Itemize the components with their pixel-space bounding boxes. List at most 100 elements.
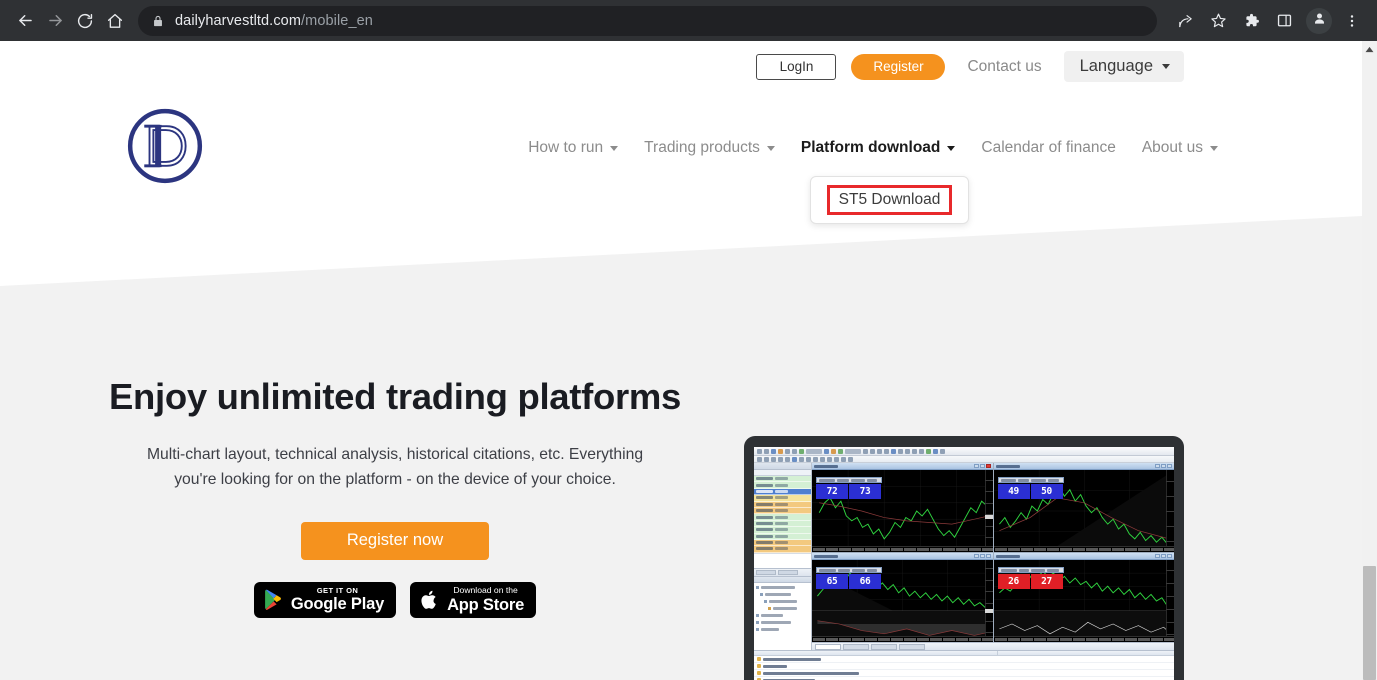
back-button[interactable] xyxy=(10,6,40,36)
time-scale xyxy=(993,636,1174,642)
lock-icon xyxy=(152,15,164,27)
tree-item[interactable] xyxy=(756,620,809,625)
chart-tab[interactable] xyxy=(899,644,925,650)
nav-item-trading-products[interactable]: Trading products xyxy=(644,139,775,157)
chart-tab[interactable] xyxy=(843,644,869,650)
time-scale xyxy=(812,636,993,642)
browser-toolbar: dailyharvestltd.com/mobile_en xyxy=(0,0,1377,41)
chart-panel-bottom-left[interactable]: 65 66 xyxy=(812,553,993,642)
badge-bottom-line: App Store xyxy=(447,595,525,614)
site-logo[interactable] xyxy=(122,103,208,189)
url-domain: dailyharvestltd.com xyxy=(175,12,302,29)
bid-price-tag: 72 xyxy=(816,484,848,499)
market-watch-title xyxy=(754,463,811,470)
nav-label: How to run xyxy=(528,139,604,156)
chart-titlebar xyxy=(993,463,1174,470)
hero-section: Enjoy unlimited trading platforms Multi-… xyxy=(0,176,1362,680)
nav-item-how-to-run[interactable]: How to run xyxy=(528,139,619,157)
tree-item[interactable] xyxy=(756,592,809,597)
google-play-badge[interactable]: GET IT ON Google Play xyxy=(253,581,397,618)
toolbox-row[interactable] xyxy=(754,656,1174,663)
ask-price-tag: 27 xyxy=(1030,574,1063,589)
platform-toolbar xyxy=(754,447,1174,456)
dropdown-item-st5-download[interactable]: ST5 Download xyxy=(826,184,953,216)
app-store-badges: GET IT ON Google Play Download on the Ap… xyxy=(106,581,684,618)
side-panel-icon xyxy=(1276,12,1293,29)
chart-canvas: 72 73 xyxy=(812,470,993,552)
share-button[interactable] xyxy=(1170,6,1200,36)
chart-titlebar xyxy=(812,553,993,560)
home-button[interactable] xyxy=(100,6,130,36)
scroll-up-button[interactable] xyxy=(1362,41,1377,56)
main-navigation: How to run Trading products Platform dow… xyxy=(528,139,1218,157)
bid-price-tag: 49 xyxy=(997,484,1030,499)
toolbox-row[interactable] xyxy=(754,663,1174,670)
share-icon xyxy=(1177,12,1194,29)
nav-item-platform-download[interactable]: Platform download xyxy=(801,139,956,157)
language-selector[interactable]: Language xyxy=(1063,51,1184,82)
price-tag-group: 65 66 xyxy=(816,567,882,589)
profile-button[interactable] xyxy=(1306,7,1332,34)
app-store-badge[interactable]: Download on the App Store xyxy=(410,581,537,618)
chart-panel-bottom-right[interactable]: 26 27 xyxy=(993,553,1174,642)
chart-info-bar xyxy=(997,477,1064,483)
hero-subtitle: Multi-chart layout, technical analysis, … xyxy=(146,445,644,489)
register-now-button[interactable]: Register now xyxy=(301,521,489,560)
nav-item-about-us[interactable]: About us xyxy=(1142,139,1218,157)
register-button[interactable]: Register xyxy=(851,53,946,80)
forward-button[interactable] xyxy=(40,6,70,36)
chart-tab[interactable] xyxy=(815,644,841,650)
chevron-down-icon xyxy=(1162,64,1170,69)
bookmark-button[interactable] xyxy=(1203,6,1233,36)
chart-info-bar xyxy=(816,477,882,483)
contact-us-link[interactable]: Contact us xyxy=(967,58,1041,76)
nav-label: Trading products xyxy=(644,139,760,156)
tab-tick-chart[interactable] xyxy=(778,569,798,575)
charts-region: 72 73 49 50 65 66 26 27 xyxy=(812,463,1174,650)
login-button[interactable]: LogIn xyxy=(756,53,837,80)
chart-canvas: 65 66 xyxy=(812,560,993,642)
laptop-mockup: 72 73 49 50 65 66 26 27 xyxy=(694,436,1237,680)
address-bar[interactable]: dailyharvestltd.com/mobile_en xyxy=(138,5,1157,36)
chart-titlebar xyxy=(993,553,1174,560)
page-scrollbar[interactable] xyxy=(1362,41,1377,680)
laptop-lid: 72 73 49 50 65 66 26 27 xyxy=(744,436,1184,680)
navigator-title xyxy=(754,575,811,583)
page-title: Enjoy unlimited trading platforms xyxy=(108,376,682,417)
tree-item[interactable] xyxy=(756,585,809,590)
chart-canvas: 26 27 xyxy=(993,560,1174,642)
back-arrow-icon xyxy=(16,11,35,30)
chart-grid: 72 73 49 50 65 66 26 27 xyxy=(812,463,1174,642)
side-panel-button[interactable] xyxy=(1269,6,1299,36)
tree-item[interactable] xyxy=(756,606,809,611)
toolbox-row[interactable] xyxy=(754,670,1174,677)
extensions-button[interactable] xyxy=(1236,6,1266,36)
market-watch-rows xyxy=(754,476,811,553)
nav-item-calendar-of-finance[interactable]: Calendar of finance xyxy=(981,139,1115,157)
chart-info-bar xyxy=(816,567,882,573)
browser-actions xyxy=(1167,6,1367,36)
toolbox-rows xyxy=(754,656,1174,680)
price-tag-group: 49 50 xyxy=(997,477,1064,499)
tree-item[interactable] xyxy=(756,613,809,618)
navigator-tree xyxy=(754,582,811,650)
scrollbar-thumb[interactable] xyxy=(1363,566,1376,680)
browser-menu-button[interactable] xyxy=(1337,6,1367,36)
chart-canvas: 49 50 xyxy=(993,470,1174,552)
url-text: dailyharvestltd.com/mobile_en xyxy=(175,13,373,29)
ask-price-tag: 73 xyxy=(849,484,881,499)
chart-tab[interactable] xyxy=(871,644,897,650)
chart-panel-top-right[interactable]: 49 50 xyxy=(993,463,1174,552)
trading-platform-screenshot: 72 73 49 50 65 66 26 27 xyxy=(754,447,1174,680)
reload-button[interactable] xyxy=(70,6,100,36)
market-watch-panel xyxy=(754,463,812,650)
chevron-down-icon xyxy=(1210,145,1218,151)
tree-item[interactable] xyxy=(756,627,809,632)
platform-toolbar-secondary xyxy=(754,456,1174,463)
profile-avatar-icon xyxy=(1312,11,1327,31)
tree-item[interactable] xyxy=(756,599,809,604)
forward-arrow-icon xyxy=(46,11,65,30)
nav-label: Platform download xyxy=(800,139,941,156)
chart-panel-top-left[interactable]: 72 73 xyxy=(812,463,993,552)
tab-symbols[interactable] xyxy=(756,569,776,575)
